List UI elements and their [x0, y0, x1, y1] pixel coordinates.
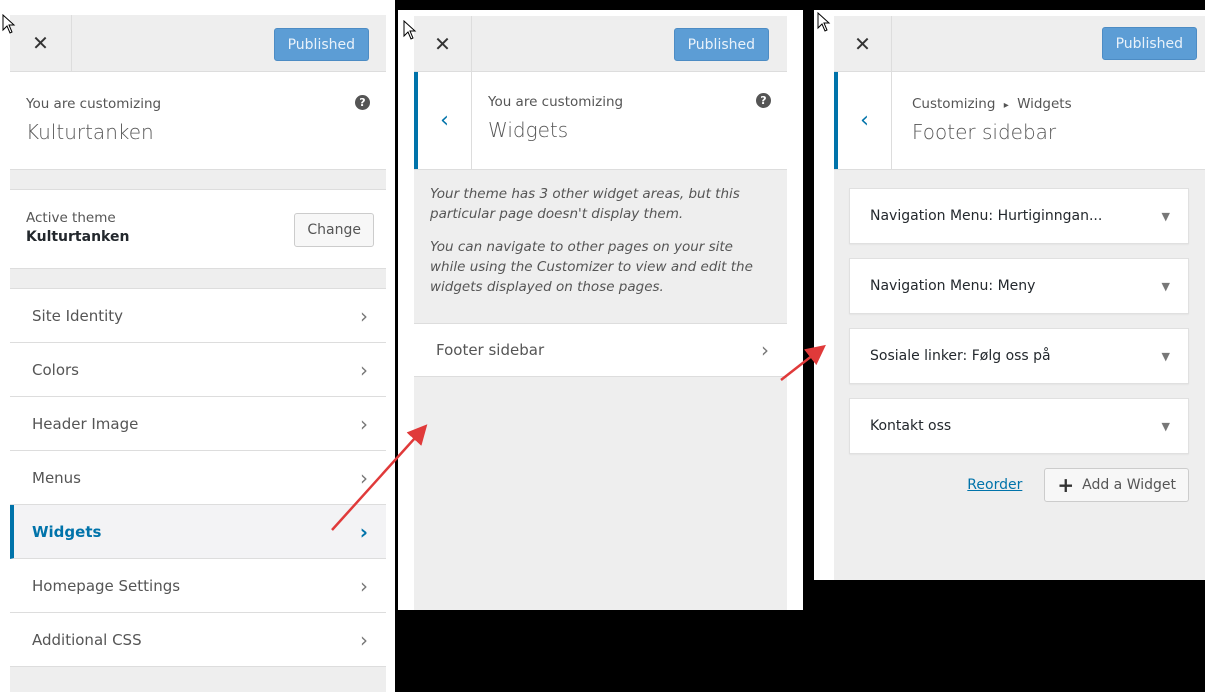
site-name: Kulturtanken: [26, 120, 154, 144]
menu-item-label: Site Identity: [32, 306, 124, 325]
customizer-main-panel: ✕ Published You are customizing Kulturta…: [0, 0, 395, 692]
publish-button[interactable]: Published: [673, 28, 769, 61]
reorder-link[interactable]: Reorder: [967, 477, 1022, 493]
customizing-info: ‹ You are customizing Widgets ?: [414, 72, 787, 170]
widget-item[interactable]: Navigation Menu: Hurtiginngan... ▼: [849, 188, 1189, 244]
caret-down-icon[interactable]: ▼: [1162, 350, 1170, 363]
header-bar: ✕ Published: [414, 16, 787, 72]
notice-paragraph: Your theme has 3 other widget areas, but…: [430, 186, 740, 223]
close-icon[interactable]: ✕: [10, 15, 72, 71]
menu-item-label: Colors: [32, 360, 79, 379]
footer-sidebar-item[interactable]: Footer sidebar ›: [414, 323, 787, 378]
menu-item-label: Menus: [32, 468, 81, 487]
change-theme-button[interactable]: Change: [294, 213, 374, 247]
menu-item-site-identity[interactable]: Site Identity ›: [10, 289, 386, 343]
help-icon[interactable]: ?: [756, 93, 771, 108]
customizing-label: You are customizing: [26, 96, 162, 112]
widget-item[interactable]: Kontakt oss ▼: [849, 398, 1189, 454]
customizing-label: You are customizing: [488, 94, 624, 110]
header-bar: ✕ Published: [10, 15, 386, 72]
breadcrumb: Customizing ▸ Widgets: [912, 96, 1189, 112]
close-icon[interactable]: ✕: [834, 16, 892, 71]
chevron-right-icon: ›: [359, 519, 368, 544]
breadcrumb-root: Customizing: [912, 96, 996, 112]
chevron-right-icon: ›: [360, 627, 368, 652]
close-icon[interactable]: ✕: [414, 16, 472, 71]
mouse-cursor-icon: [2, 14, 16, 34]
mouse-cursor-icon: [403, 20, 417, 40]
back-chevron-icon[interactable]: ‹: [834, 72, 892, 169]
chevron-right-icon: ›: [360, 573, 368, 598]
caret-down-icon[interactable]: ▼: [1162, 420, 1170, 433]
customizer-menu: Site Identity › Colors › Header Image › Men…: [10, 288, 386, 667]
widget-title: Sosiale linker: Følg oss på: [870, 348, 1051, 364]
menu-item-homepage-settings[interactable]: Homepage Settings ›: [10, 559, 386, 613]
footer-sidebar-label: Footer sidebar: [436, 341, 545, 360]
publish-button[interactable]: Published: [273, 28, 369, 61]
menu-item-label: Additional CSS: [32, 630, 142, 649]
menu-item-additional-css[interactable]: Additional CSS ›: [10, 613, 386, 667]
section-title: Widgets: [488, 118, 569, 142]
menu-item-colors[interactable]: Colors ›: [10, 343, 386, 397]
mouse-cursor-icon: [817, 12, 831, 32]
plus-icon: +: [1057, 473, 1075, 497]
back-chevron-icon[interactable]: ‹: [414, 72, 472, 169]
widget-item[interactable]: Sosiale linker: Følg oss på ▼: [849, 328, 1189, 384]
caret-down-icon[interactable]: ▼: [1162, 210, 1170, 223]
help-icon[interactable]: ?: [355, 95, 370, 110]
add-widget-button[interactable]: + Add a Widget: [1044, 468, 1189, 502]
add-widget-label: Add a Widget: [1082, 477, 1176, 493]
widget-areas-notice: Your theme has 3 other widget areas, but…: [414, 170, 787, 311]
breadcrumb-section: Widgets: [1017, 96, 1072, 112]
area-title: Footer sidebar: [912, 120, 1057, 144]
header-bar: ✕ Published: [834, 16, 1205, 72]
caret-down-icon[interactable]: ▼: [1162, 280, 1170, 293]
menu-item-label: Header Image: [32, 414, 139, 433]
widget-item[interactable]: Navigation Menu: Meny ▼: [849, 258, 1189, 314]
breadcrumb-separator: ▸: [1003, 100, 1009, 111]
chevron-right-icon: ›: [360, 465, 368, 490]
widget-actions: Reorder + Add a Widget: [834, 468, 1205, 502]
widgets-panel: ✕ Published ‹ You are customizing Widget…: [398, 10, 803, 610]
menu-item-widgets[interactable]: Widgets ›: [10, 505, 386, 559]
menu-item-label: Widgets: [32, 522, 102, 541]
widget-title: Navigation Menu: Meny: [870, 278, 1036, 294]
publish-button[interactable]: Published: [1101, 27, 1197, 60]
widget-title: Navigation Menu: Hurtiginngan...: [870, 208, 1103, 224]
widget-title: Kontakt oss: [870, 418, 952, 434]
breadcrumb-info: ‹ Customizing ▸ Widgets Footer sidebar: [834, 72, 1205, 170]
chevron-right-icon: ›: [360, 411, 368, 436]
chevron-right-icon: ›: [360, 357, 368, 382]
footer-sidebar-panel: ✕ Published ‹ Customizing ▸ Widgets Foot…: [814, 10, 1205, 580]
active-theme-section: Active theme Kulturtanken Change: [10, 189, 386, 269]
chevron-right-icon: ›: [761, 338, 769, 363]
notice-paragraph: You can navigate to other pages on your …: [430, 238, 753, 296]
chevron-right-icon: ›: [360, 303, 368, 328]
menu-item-header-image[interactable]: Header Image ›: [10, 397, 386, 451]
customizing-info: You are customizing Kulturtanken ?: [10, 72, 386, 170]
menu-item-menus[interactable]: Menus ›: [10, 451, 386, 505]
menu-item-label: Homepage Settings: [32, 576, 181, 595]
